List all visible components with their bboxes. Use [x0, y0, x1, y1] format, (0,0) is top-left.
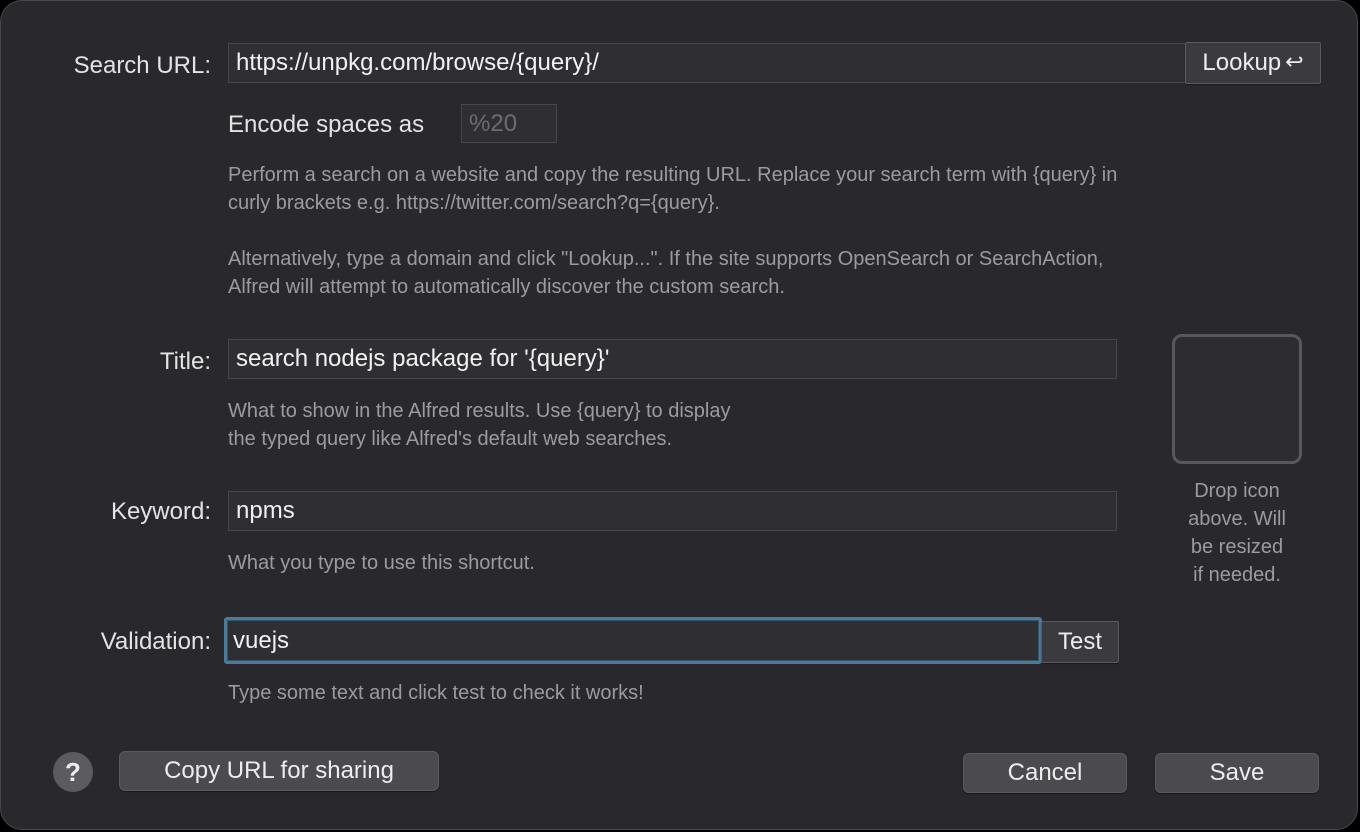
title-help-text: What to show in the Alfred results. Use … [228, 397, 730, 453]
cancel-button-label: Cancel [1007, 759, 1083, 786]
keyword-input[interactable]: npms [228, 491, 1117, 531]
icon-drop-hint-line: above. Will [1188, 508, 1286, 530]
search-help-line: Alternatively, type a domain and click "… [228, 248, 1104, 270]
validation-value: vuejs [233, 626, 290, 654]
search-url-input[interactable]: https://unpkg.com/browse/{query}/ [228, 43, 1186, 83]
copy-url-button-label: Copy URL for sharing [164, 757, 394, 784]
encode-spaces-label: Encode spaces as [228, 111, 425, 138]
lookup-button[interactable]: Lookup ↩ [1185, 42, 1321, 84]
title-input[interactable]: search nodejs package for '{query}' [228, 339, 1117, 379]
icon-drop-hint-line: Drop icon [1194, 480, 1280, 502]
validation-input[interactable]: vuejs [224, 617, 1042, 664]
search-help-line: curly brackets e.g. https://twitter.com/… [228, 192, 720, 214]
search-help-line: Alfred will attempt to automatically dis… [228, 276, 785, 298]
test-button-label: Test [1057, 628, 1102, 655]
title-help-line: the typed query like Alfred's default we… [228, 428, 673, 450]
cancel-button[interactable]: Cancel [963, 753, 1127, 793]
icon-drop-hint-line: be resized [1190, 536, 1284, 558]
copy-url-button[interactable]: Copy URL for sharing [119, 751, 439, 791]
return-icon: ↩ [1285, 49, 1304, 74]
search-url-label: Search URL: [73, 52, 211, 79]
icon-drop-hint-line: if needed. [1193, 564, 1281, 586]
question-mark-icon: ? [65, 756, 81, 787]
validation-help-text: Type some text and click test to check i… [228, 682, 644, 704]
icon-drop-well[interactable] [1172, 334, 1302, 464]
save-button-label: Save [1209, 759, 1265, 786]
keyword-label: Keyword: [110, 498, 211, 525]
test-button[interactable]: Test [1041, 621, 1119, 663]
icon-drop-hint: Drop icon above. Will be resized if need… [1166, 477, 1308, 589]
custom-search-dialog: Search URL: https://unpkg.com/browse/{qu… [0, 0, 1358, 830]
lookup-button-label: Lookup [1202, 49, 1282, 76]
search-help-text: Perform a search on a website and copy t… [228, 161, 1117, 301]
title-help-line: What to show in the Alfred results. Use … [228, 400, 731, 422]
save-button[interactable]: Save [1155, 753, 1319, 793]
encode-spaces-input[interactable] [461, 104, 557, 143]
keyword-value: npms [236, 497, 295, 524]
validation-label: Validation: [100, 628, 211, 655]
keyword-help-text: What you type to use this shortcut. [228, 552, 535, 574]
title-value: search nodejs package for '{query}' [236, 345, 610, 372]
search-url-value: https://unpkg.com/browse/{query}/ [236, 49, 599, 76]
title-label: Title: [159, 348, 211, 375]
search-help-line: Perform a search on a website and copy t… [228, 164, 1118, 186]
help-button[interactable]: ? [53, 752, 93, 792]
